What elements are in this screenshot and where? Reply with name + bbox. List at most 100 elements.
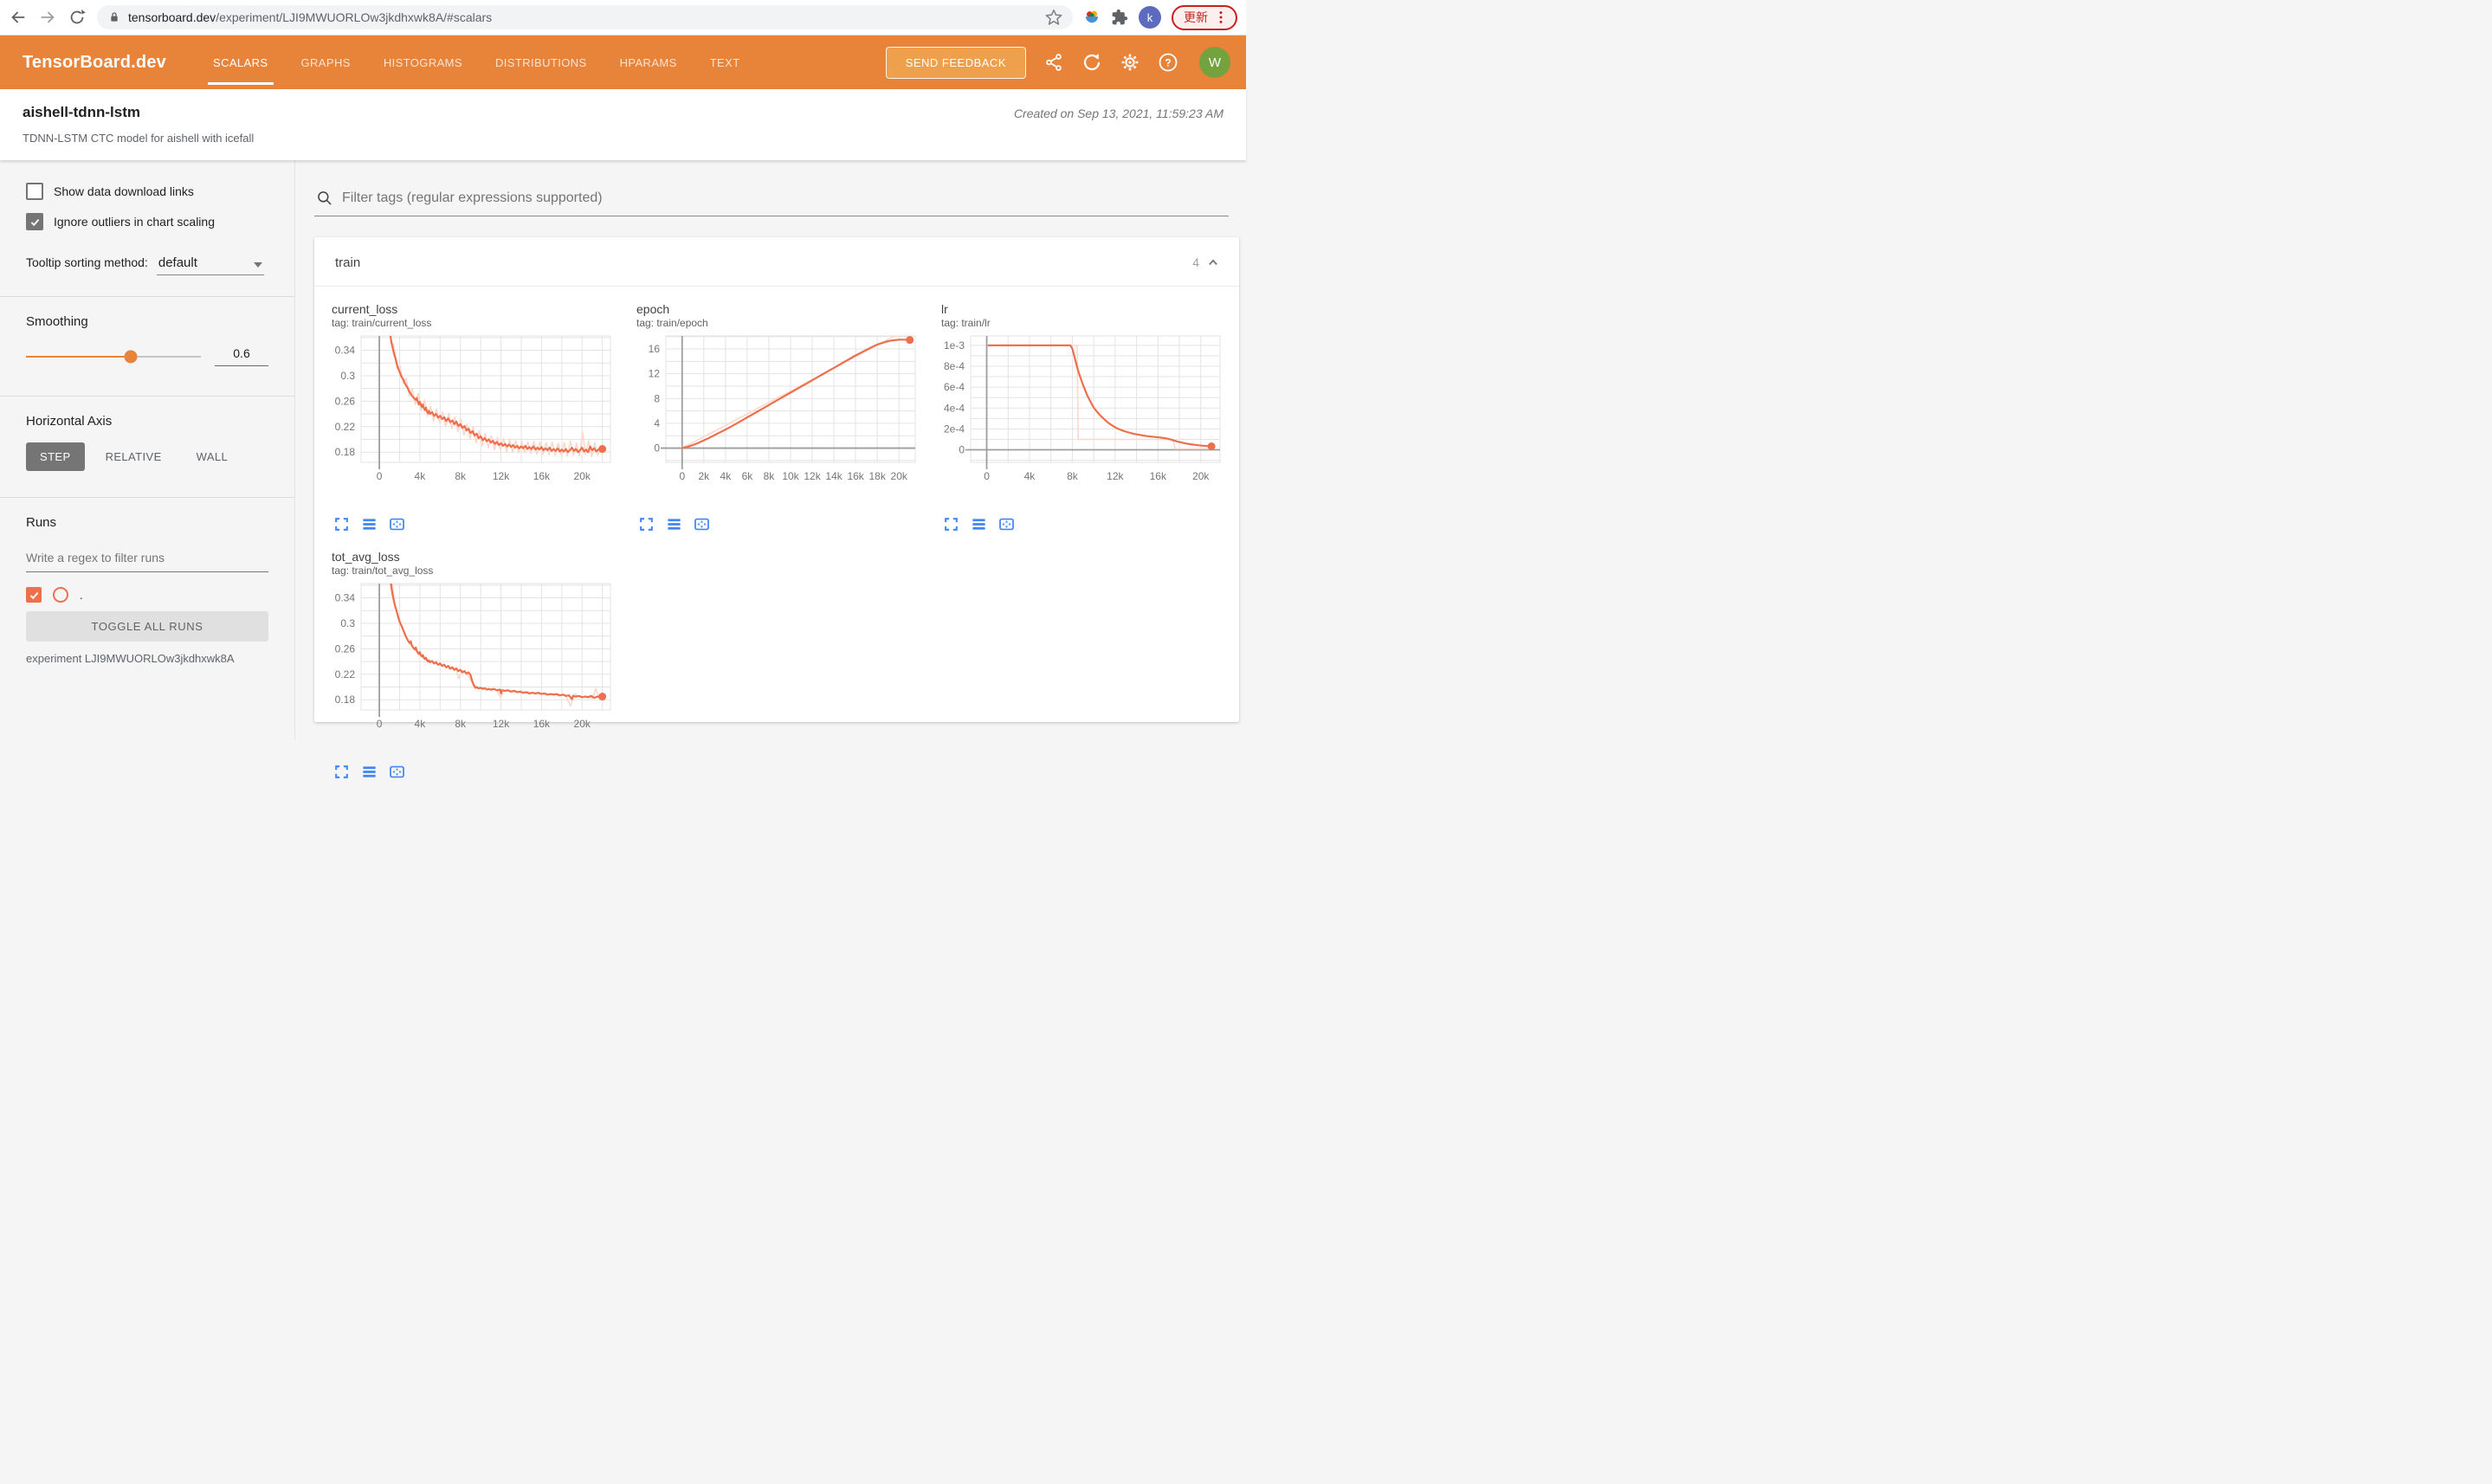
svg-text:0.3: 0.3	[340, 370, 355, 382]
header-tabs: SCALARS GRAPHS HISTOGRAMS DISTRIBUTIONS HPAR…	[208, 35, 740, 89]
send-feedback-button[interactable]: SEND FEEDBACK	[885, 46, 1026, 79]
svg-text:8e-4: 8e-4	[944, 360, 965, 372]
expand-chart-icon[interactable]	[333, 516, 350, 532]
extensions-puzzle-icon[interactable]	[1111, 9, 1128, 26]
smoothing-slider-thumb[interactable]	[124, 350, 138, 363]
svg-text:0: 0	[959, 444, 965, 456]
fit-domain-icon[interactable]	[694, 516, 710, 532]
app-brand: TensorBoard.dev	[23, 52, 166, 72]
ignore-outliers-checkbox[interactable]	[26, 213, 43, 230]
run-checkbox[interactable]	[26, 587, 42, 603]
tab-histograms[interactable]: HISTOGRAMS	[384, 35, 462, 89]
share-icon[interactable]	[1043, 52, 1064, 73]
expand-chart-icon[interactable]	[943, 516, 959, 532]
tab-hparams[interactable]: HPARAMS	[620, 35, 677, 89]
smoothing-label: Smoothing	[26, 314, 88, 329]
show-download-links-row[interactable]: Show data download links	[26, 183, 268, 200]
svg-text:4: 4	[654, 417, 660, 429]
chart-lr: lr tag: train/lr 0 4k 8k 12k 16k 20k 0 2e-4 4e-4 6e…	[929, 297, 1234, 539]
chart-plot-epoch[interactable]: 0 2k 4k 6k 8k 10k 12k 14k 16k 18k 20k 0 4 8 12 16	[624, 331, 922, 513]
svg-text:12k: 12k	[1107, 470, 1124, 482]
browser-profile-avatar[interactable]: k	[1139, 6, 1161, 29]
search-icon	[318, 191, 332, 205]
haxis-relative-button[interactable]: RELATIVE	[92, 442, 176, 471]
horizontal-axis-toggle: STEP RELATIVE WALL	[26, 442, 268, 471]
fit-domain-icon[interactable]	[389, 764, 405, 780]
show-download-links-checkbox[interactable]	[26, 183, 43, 200]
forward-icon[interactable]	[38, 8, 57, 27]
chart-title: tot_avg_loss	[332, 550, 400, 564]
log-scale-icon[interactable]	[361, 516, 378, 532]
chart-plot-lr[interactable]: 0 4k 8k 12k 16k 20k 0 2e-4 4e-4 6e-4 8e-4 1e-3	[929, 331, 1227, 513]
svg-text:20k: 20k	[891, 470, 908, 482]
horizontal-axis-label: Horizontal Axis	[26, 414, 113, 429]
sidebar-divider	[0, 497, 294, 498]
svg-text:20k: 20k	[574, 470, 591, 482]
svg-text:6k: 6k	[742, 470, 754, 482]
bookmark-star-icon[interactable]	[1045, 9, 1062, 26]
tab-distributions[interactable]: DISTRIBUTIONS	[495, 35, 587, 89]
haxis-wall-button[interactable]: WALL	[183, 442, 242, 471]
log-scale-icon[interactable]	[361, 764, 378, 780]
smoothing-slider[interactable]	[26, 350, 201, 363]
address-bar[interactable]: tensorboard.dev/experiment/LJI9MWUORLOw3…	[97, 5, 1073, 29]
svg-text:2e-4: 2e-4	[944, 423, 965, 435]
svg-text:16k: 16k	[1150, 470, 1167, 482]
refresh-data-icon[interactable]	[1081, 52, 1102, 73]
expand-chart-icon[interactable]	[333, 764, 350, 780]
run-row: .	[26, 587, 268, 603]
tab-scalars[interactable]: SCALARS	[208, 35, 273, 89]
haxis-step-button[interactable]: STEP	[26, 442, 85, 471]
svg-text:0.22: 0.22	[335, 668, 356, 681]
log-scale-icon[interactable]	[666, 516, 682, 532]
svg-text:0.26: 0.26	[335, 395, 356, 407]
user-avatar[interactable]: W	[1199, 47, 1230, 78]
help-icon[interactable]: ?	[1158, 52, 1178, 73]
svg-text:12k: 12k	[493, 470, 510, 482]
runs-label: Runs	[26, 515, 57, 530]
chart-plot-tot_avg_loss[interactable]: 0 4k 8k 12k 16k 20k 0.18 0.22 0.26 0.3 0.34	[320, 578, 617, 760]
chart-plot-current_loss[interactable]: 0 4k 8k 12k 16k 20k 0.18 0.22 0.26 0.3 0.34	[320, 331, 617, 513]
svg-text:8k: 8k	[1067, 470, 1079, 482]
svg-text:8k: 8k	[455, 718, 467, 730]
log-scale-icon[interactable]	[971, 516, 987, 532]
fit-domain-icon[interactable]	[389, 516, 405, 532]
toggle-all-runs-button[interactable]: TOGGLE ALL RUNS	[26, 611, 268, 642]
url-host: tensorboard.dev	[128, 10, 216, 24]
svg-text:6e-4: 6e-4	[944, 381, 965, 393]
experiment-created-date: Created on Sep 13, 2021, 11:59:23 AM	[1013, 106, 1223, 120]
ignore-outliers-row[interactable]: Ignore outliers in chart scaling	[26, 213, 268, 230]
tab-text[interactable]: TEXT	[710, 35, 740, 89]
svg-text:0: 0	[679, 470, 685, 482]
tab-graphs[interactable]: GRAPHS	[301, 35, 351, 89]
svg-text:0.34: 0.34	[335, 345, 356, 357]
show-download-links-label: Show data download links	[54, 184, 194, 198]
tag-group-header[interactable]: train 4	[314, 237, 1239, 287]
svg-text:4k: 4k	[415, 470, 427, 482]
back-icon[interactable]	[9, 8, 28, 27]
settings-gear-icon[interactable]	[1120, 52, 1140, 73]
collapse-chevron-icon[interactable]	[1204, 254, 1222, 271]
svg-text:0: 0	[377, 470, 383, 482]
lock-icon	[111, 12, 118, 22]
scalars-main-panel: Filter tags (regular expressions support…	[295, 160, 1246, 778]
smoothing-value[interactable]: 0.6	[215, 346, 268, 366]
chrome-update-button[interactable]: 更新	[1172, 4, 1237, 30]
expand-chart-icon[interactable]	[638, 516, 655, 532]
chart-tag: tag: train/tot_avg_loss	[332, 565, 434, 577]
svg-text:0.3: 0.3	[340, 617, 355, 629]
fit-domain-icon[interactable]	[998, 516, 1015, 532]
filter-tags-input[interactable]: Filter tags (regular expressions support…	[342, 190, 1227, 206]
extension-bowl-icon[interactable]	[1083, 9, 1101, 26]
svg-text:10k: 10k	[782, 470, 799, 482]
runs-filter-input[interactable]: Write a regex to filter runs	[26, 545, 268, 572]
browser-toolbar: tensorboard.dev/experiment/LJI9MWUORLOw3…	[0, 0, 1246, 35]
browser-menu-icon[interactable]	[1215, 10, 1227, 24]
reload-icon[interactable]	[68, 8, 87, 27]
tooltip-sorting-select[interactable]: default	[156, 255, 264, 275]
app-header: TensorBoard.dev SCALARS GRAPHS HISTOGRAMS D…	[0, 35, 1246, 89]
charts-grid: current_loss tag: train/current_loss 0 4k 8k…	[314, 287, 1239, 796]
settings-sidebar: Show data download links Ignore outliers…	[0, 160, 295, 740]
svg-text:8: 8	[654, 392, 660, 404]
run-color-swatch[interactable]	[53, 587, 68, 603]
